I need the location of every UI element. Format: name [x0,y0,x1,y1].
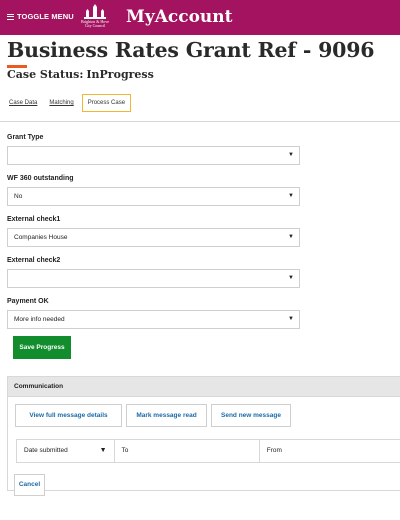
dropdown-arrow-icon: ▼ [288,152,294,158]
view-full-message-details-button[interactable]: View full message details [15,404,122,427]
case-status-label: Case Status: [7,68,84,81]
communication-panel: Communication View full message details … [7,376,400,496]
section-divider [0,121,400,122]
wf360-outstanding-value: No [14,193,23,200]
hamburger-menu-icon [7,13,14,20]
sort-desc-icon: ▼ [99,447,107,454]
page-title: Business Rates Grant Ref - 9096 [7,38,375,62]
save-progress-button[interactable]: Save Progress [13,336,71,359]
external-check2-label: External check2 [7,257,61,264]
toggle-menu-label: TOGGLE MENU [17,12,74,21]
grant-type-select[interactable]: ▼ [7,146,300,165]
column-from[interactable]: From [260,440,400,462]
tab-case-data[interactable]: Case Data [9,100,37,106]
council-logo[interactable]: Brighton & Hove City Council [76,4,114,32]
payment-ok-value: More info needed [14,316,65,323]
external-check1-label: External check1 [7,216,61,223]
brand-title[interactable]: MyAccount [126,7,233,27]
cancel-button[interactable]: Cancel [14,474,45,496]
wf360-outstanding-select[interactable]: No ▼ [7,187,300,206]
send-new-message-button[interactable]: Send new message [211,404,291,427]
grant-type-label: Grant Type [7,134,44,141]
mark-message-read-button[interactable]: Mark message read [126,404,207,427]
tab-process-case[interactable]: Process Case [81,94,132,112]
case-status: Case Status: InProgress [7,68,154,81]
toggle-menu-button[interactable]: TOGGLE MENU [7,12,74,21]
top-navigation-bar: TOGGLE MENU Brighton & Hove City Council… [0,0,400,35]
council-crest-icon [84,4,106,19]
dropdown-arrow-icon: ▼ [288,193,294,199]
dropdown-arrow-icon: ▼ [288,316,294,322]
messages-table-header: Date submitted ▼ To From [16,439,400,463]
logo-text-line-2: City Council [84,23,106,28]
payment-ok-label: Payment OK [7,298,49,305]
dropdown-arrow-icon: ▼ [288,275,294,281]
column-to[interactable]: To [115,440,260,462]
tab-matching[interactable]: Matching [49,100,73,106]
external-check2-select[interactable]: ▼ [7,269,300,288]
case-tabs: Case Data Matching Process Case [9,93,143,113]
communication-header: Communication [8,377,400,397]
external-check1-select[interactable]: Companies House ▼ [7,228,300,247]
column-date-submitted[interactable]: Date submitted ▼ [17,440,115,462]
external-check1-value: Companies House [14,234,68,241]
wf360-outstanding-label: WF 360 outstanding [7,175,74,182]
payment-ok-select[interactable]: More info needed ▼ [7,310,300,329]
case-status-value: InProgress [86,68,154,81]
column-date-submitted-label: Date submitted [24,447,68,454]
dropdown-arrow-icon: ▼ [288,234,294,240]
